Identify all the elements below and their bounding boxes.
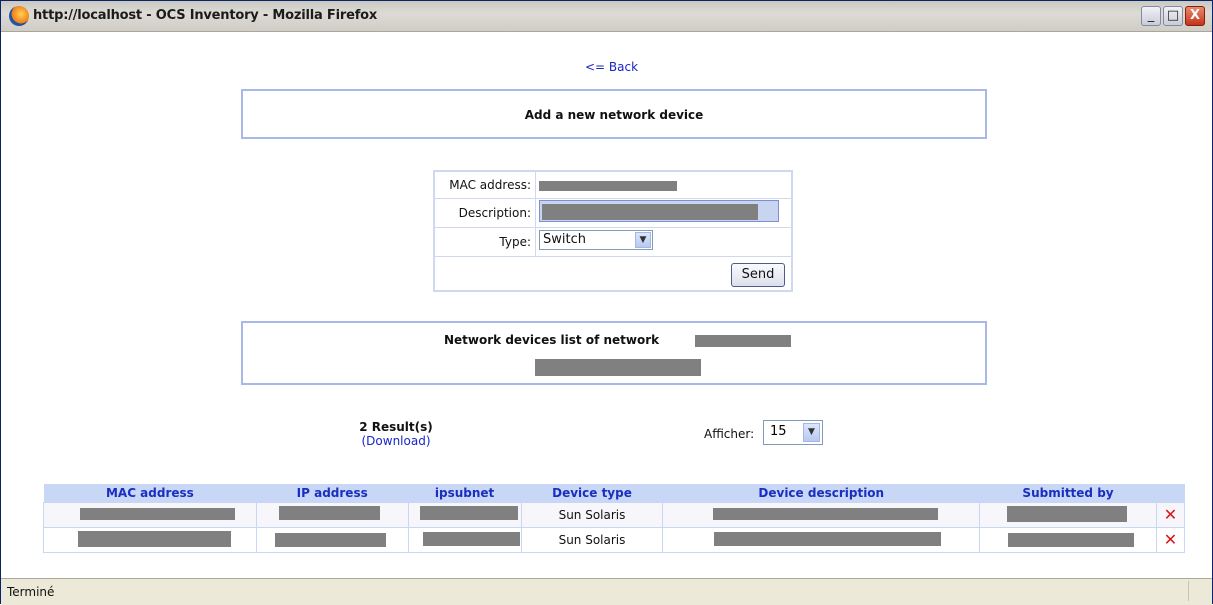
col-submitted-by[interactable]: Submitted by <box>979 484 1157 503</box>
table-row: Sun Solaris ✕ <box>43 527 1186 553</box>
maximize-button[interactable]: □ <box>1163 6 1183 26</box>
device-list-header: Network devices list of network <box>241 321 987 385</box>
col-mac-address[interactable]: MAC address <box>43 484 257 503</box>
cell-mac <box>43 527 257 553</box>
send-button[interactable]: Send <box>731 263 785 287</box>
resize-grip-icon[interactable] <box>1188 581 1209 601</box>
cell-device-type: Sun Solaris <box>520 527 664 553</box>
type-select-value: Switch <box>543 232 586 247</box>
description-row: Description: <box>435 199 791 228</box>
mac-label: MAC address: <box>435 172 536 198</box>
download-link[interactable]: (Download) <box>331 434 461 448</box>
back-link[interactable]: <= Back <box>585 60 638 74</box>
delete-x-icon[interactable]: ✕ <box>1164 505 1177 524</box>
page-size-select[interactable]: 15 ▼ <box>763 420 823 445</box>
minimize-button[interactable]: _ <box>1141 6 1161 26</box>
table-header-row: MAC address IP address ipsubnet Device t… <box>43 484 1185 503</box>
network-subtitle-redacted <box>535 359 701 376</box>
cell-description <box>662 502 981 528</box>
col-ipsubnet[interactable]: ipsubnet <box>408 484 522 503</box>
status-text: Terminé <box>7 585 55 599</box>
afficher-label: Afficher: <box>704 427 755 441</box>
cell-submitted-by <box>979 527 1157 553</box>
description-label: Description: <box>435 199 536 227</box>
chevron-down-icon[interactable]: ▼ <box>803 423 820 442</box>
type-select[interactable]: Switch ▼ <box>539 230 653 250</box>
col-device-description[interactable]: Device description <box>662 484 980 503</box>
description-redacted <box>542 204 758 220</box>
type-label: Type: <box>435 228 536 256</box>
close-button[interactable]: X <box>1185 6 1205 26</box>
cell-mac <box>43 502 257 528</box>
page-size-value: 15 <box>770 424 787 439</box>
col-ip-address[interactable]: IP address <box>256 484 409 503</box>
cell-actions: ✕ <box>1155 502 1186 528</box>
add-device-title: Add a new network device <box>524 108 704 122</box>
devices-table: MAC address IP address ipsubnet Device t… <box>43 484 1186 553</box>
mac-input[interactable] <box>539 181 677 191</box>
type-row: Type: Switch ▼ <box>435 228 791 257</box>
title-bar[interactable]: http://localhost - OCS Inventory - Mozil… <box>1 1 1212 32</box>
col-device-type[interactable]: Device type <box>521 484 663 503</box>
cell-subnet <box>407 502 522 528</box>
results-summary: 2 Result(s) (Download) <box>331 420 461 448</box>
cell-actions: ✕ <box>1155 527 1186 553</box>
cell-device-type: Sun Solaris <box>520 502 664 528</box>
chevron-down-icon[interactable]: ▼ <box>635 232 651 248</box>
results-count: 2 Result(s) <box>359 420 433 434</box>
add-device-form: MAC address: Description: Type: Switch ▼… <box>433 170 793 292</box>
browser-window: http://localhost - OCS Inventory - Mozil… <box>0 0 1213 605</box>
status-bar: Terminé <box>1 578 1212 605</box>
mac-row: MAC address: <box>435 172 791 199</box>
description-input[interactable] <box>539 200 779 222</box>
cell-description <box>662 527 981 553</box>
network-name-redacted <box>695 335 791 347</box>
table-row: Sun Solaris ✕ <box>43 502 1186 528</box>
cell-ip <box>255 527 409 553</box>
cell-submitted-by <box>979 502 1157 528</box>
cell-ip <box>255 502 409 528</box>
window-title: http://localhost - OCS Inventory - Mozil… <box>33 8 378 23</box>
delete-x-icon[interactable]: ✕ <box>1164 530 1177 549</box>
add-device-header: Add a new network device <box>241 89 987 139</box>
device-list-title: Network devices list of network <box>444 333 660 347</box>
cell-subnet <box>407 527 522 553</box>
col-actions <box>1156 484 1185 503</box>
firefox-icon <box>9 6 29 26</box>
